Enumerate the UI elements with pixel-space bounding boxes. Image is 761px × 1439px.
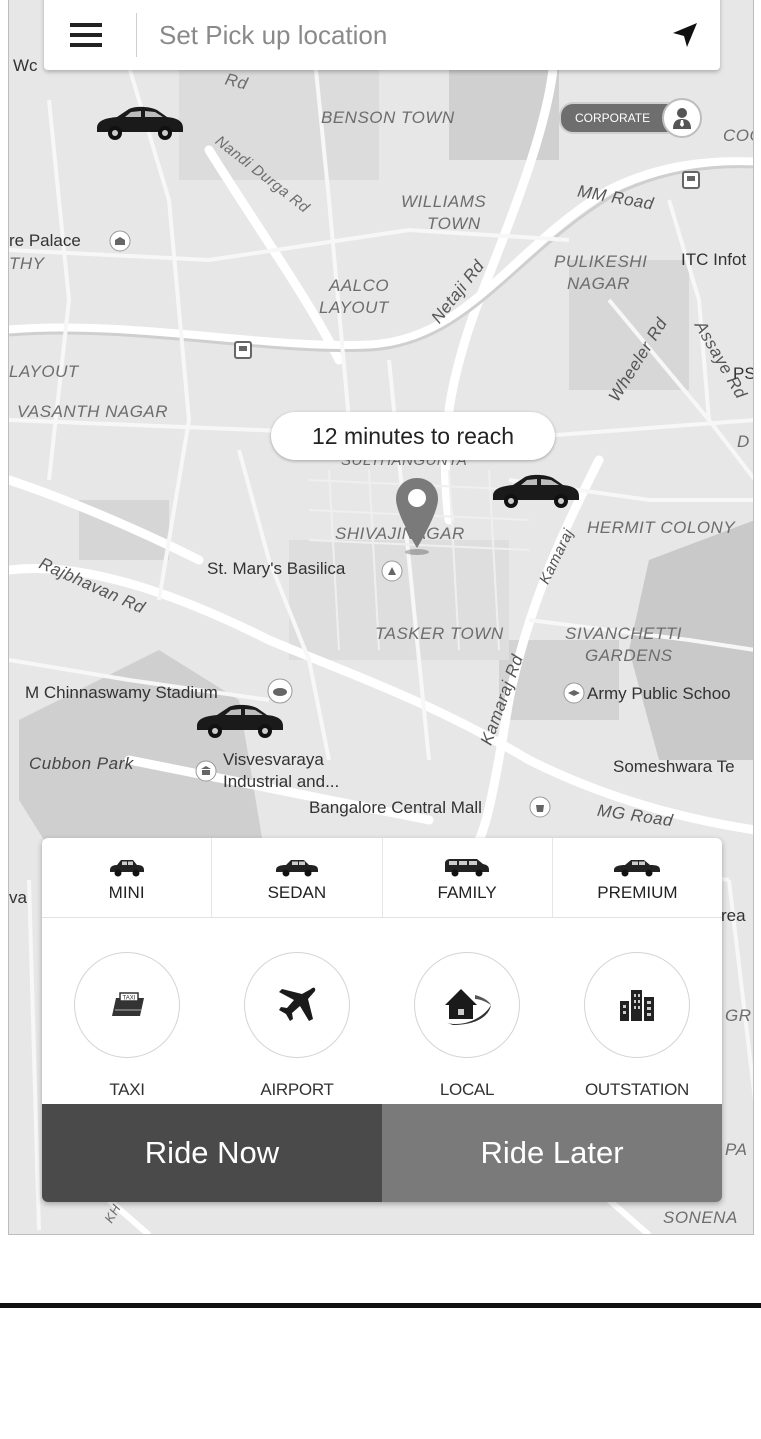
bus-stop-icon: [682, 171, 700, 189]
service-label: AIRPORT: [260, 1080, 334, 1099]
map-label: LAYOUT: [319, 298, 389, 317]
map-label: re Palace: [9, 231, 81, 250]
hamburger-menu-icon[interactable]: [44, 0, 114, 70]
map-label: PA: [725, 1140, 748, 1159]
car-icon: [275, 859, 318, 876]
map-label: VASANTH NAGAR: [17, 402, 169, 421]
pickup-search-bar: Set Pick up location: [44, 0, 720, 70]
school-icon: [563, 682, 585, 704]
service-label: OUTSTATION: [584, 1080, 690, 1099]
eta-bubble: 12 minutes to reach: [271, 412, 555, 460]
map-label: St. Mary's Basilica: [207, 559, 346, 578]
bus-stop-icon: [234, 341, 252, 359]
map-label: Visvesvaraya: [223, 750, 324, 769]
vehicle-type-selector: MINI SEDAN FAMILY PREMIUM: [42, 838, 722, 918]
service-label: TAXI: [109, 1080, 145, 1099]
corporate-label: CORPORATE: [559, 102, 671, 134]
map-label: AALCO: [329, 276, 390, 295]
map-label: Cubbon Park: [29, 754, 134, 773]
service-airport[interactable]: AIRPORT: [212, 918, 382, 1104]
mall-icon: [529, 796, 551, 818]
church-icon: [381, 560, 403, 582]
suv-icon: [445, 858, 490, 876]
ride-now-button[interactable]: Ride Now: [42, 1104, 382, 1202]
map-label: GARDENS: [585, 646, 673, 665]
map-label: SIVANCHETTI: [565, 624, 682, 643]
ride-later-button[interactable]: Ride Later: [382, 1104, 722, 1202]
map-label: Bangalore Central Mall: [309, 798, 482, 817]
map-label: HERMIT COLONY: [587, 518, 736, 537]
ride-actions: Ride Now Ride Later: [42, 1104, 722, 1202]
vehicle-type-label: MINI: [108, 882, 145, 902]
pickup-location-input[interactable]: Set Pick up location: [159, 14, 650, 51]
map-label: TASKER TOWN: [375, 624, 504, 643]
map-label: Industrial and...: [223, 772, 340, 791]
taxi-icon[interactable]: TAXI: [74, 952, 180, 1058]
buildings-icon[interactable]: [584, 952, 690, 1058]
map-label: M Chinnaswamy Stadium: [25, 683, 218, 702]
booking-panel: MINI SEDAN FAMILY PREMIUM TAXI TAXI AIRP…: [42, 838, 722, 1202]
corporate-user-icon: [662, 98, 703, 138]
map-label: LAYOUT: [9, 362, 79, 381]
map-label: WILLIAMS: [401, 192, 487, 211]
map-label: SONENA: [663, 1208, 738, 1227]
service-selector: TAXI TAXI AIRPORT LOCAL OUTSTATION: [42, 918, 722, 1104]
map-label: Wc: [13, 56, 38, 75]
map-label: NAGAR: [567, 274, 630, 293]
divider: [136, 13, 137, 57]
airplane-icon[interactable]: [244, 952, 350, 1058]
vehicle-type-sedan[interactable]: SEDAN: [212, 838, 383, 917]
vehicle-type-premium[interactable]: PREMIUM: [553, 838, 722, 917]
map-label: ITC Infot: [681, 250, 747, 269]
map-label: THY: [9, 254, 45, 273]
service-taxi[interactable]: TAXI TAXI: [42, 918, 212, 1104]
map-label: Army Public Schoo: [587, 684, 731, 703]
vehicle-type-label: PREMIUM: [597, 882, 678, 902]
palace-icon: [109, 230, 131, 252]
house-icon[interactable]: [414, 952, 520, 1058]
location-pin-icon[interactable]: [393, 476, 441, 556]
map-label: rea: [721, 906, 746, 925]
map-label: TOWN: [427, 214, 481, 233]
map-label: BENSON TOWN: [321, 108, 455, 127]
map-label: D: [737, 432, 750, 451]
car-marker-icon: [493, 474, 579, 508]
car-marker-icon: [97, 106, 183, 140]
map-label: PS: [733, 364, 754, 383]
svg-text:TAXI: TAXI: [123, 996, 136, 1002]
vehicle-type-label: SEDAN: [267, 882, 327, 902]
corporate-toggle[interactable]: CORPORATE: [559, 98, 703, 138]
service-local[interactable]: LOCAL: [382, 918, 552, 1104]
service-outstation[interactable]: OUTSTATION: [552, 918, 722, 1104]
car-icon: [614, 859, 661, 876]
vehicle-type-label: FAMILY: [437, 882, 497, 902]
navigation-arrow-icon[interactable]: [650, 0, 720, 70]
vehicle-type-mini[interactable]: MINI: [42, 838, 213, 917]
service-label: LOCAL: [439, 1080, 495, 1099]
car-icon: [109, 859, 144, 876]
map-label: GR: [725, 1006, 752, 1025]
map-label: COC: [723, 126, 753, 145]
museum-icon: [195, 760, 217, 782]
map-label: Someshwara Te: [613, 757, 735, 776]
vehicle-type-family[interactable]: FAMILY: [383, 838, 553, 917]
divider-line: [0, 1303, 761, 1308]
car-marker-icon: [197, 704, 283, 738]
map-label: PULIKESHI: [554, 252, 648, 271]
stadium-icon: [267, 678, 293, 704]
map-label: va: [9, 888, 27, 907]
